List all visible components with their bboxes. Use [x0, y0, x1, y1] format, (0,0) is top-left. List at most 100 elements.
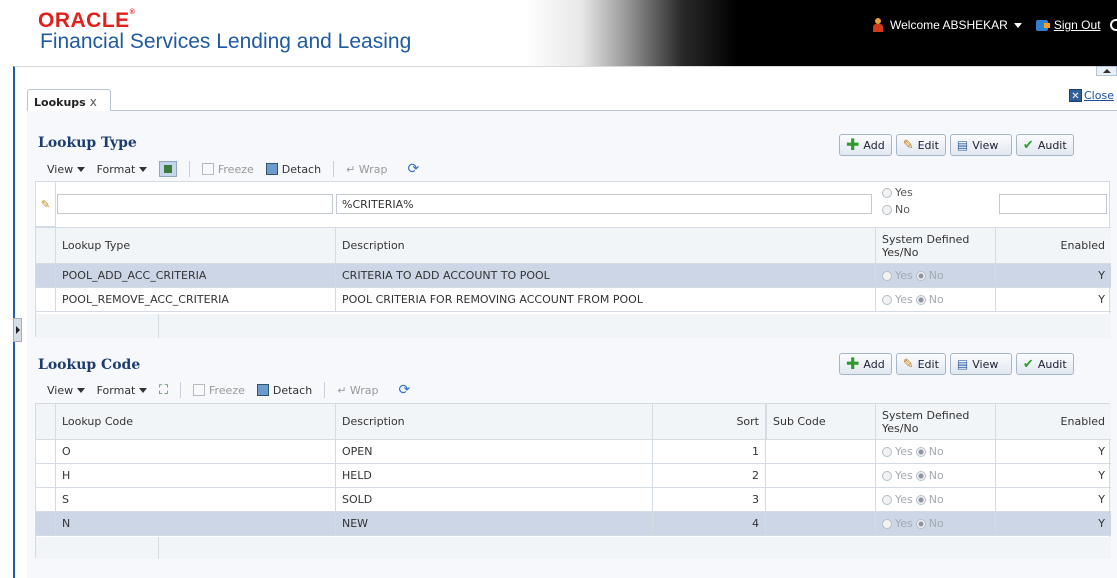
format-menu[interactable]: Format [97, 163, 147, 176]
radio-no [915, 518, 926, 529]
chevron-down-icon[interactable] [1013, 22, 1022, 28]
description-filter-input[interactable]: %CRITERIA% [336, 194, 872, 214]
edit-button[interactable]: ✎ Edit [895, 353, 946, 375]
tab-divider [27, 110, 1117, 111]
filter-icon[interactable]: ⛶ [159, 383, 168, 398]
edit-icon: ✎ [902, 356, 914, 372]
radio-yes [882, 294, 892, 305]
cell-description: NEW [336, 512, 653, 536]
detach-icon [256, 384, 269, 396]
refresh-icon[interactable]: ⟳ [399, 382, 411, 398]
system-defined-filter: Yes No [882, 186, 913, 216]
view-button[interactable]: ▤ View [949, 353, 1012, 375]
row-selector [36, 488, 56, 512]
audit-button[interactable]: ✔ Audit [1015, 134, 1074, 156]
cell-sub-code [766, 440, 876, 464]
view-button[interactable]: ▤ View [949, 134, 1012, 156]
view-menu[interactable]: View [47, 163, 85, 176]
filter-no-option[interactable]: No [882, 203, 913, 216]
cell-enabled: Y [996, 264, 1111, 288]
cell-sub-code [766, 512, 876, 536]
tab-label: Lookups [34, 96, 86, 109]
audit-button[interactable]: ✔ Audit [1015, 353, 1074, 375]
lookup-code-table: Lookup Code Description Sort Sub Code Sy… [35, 403, 1111, 559]
cell-system-defined: Yes No [876, 512, 996, 536]
cell-system-defined: Yes No [876, 488, 996, 512]
radio-no [915, 470, 926, 481]
freeze-button[interactable]: Freeze [201, 162, 254, 176]
tab-close-icon[interactable]: x [90, 95, 97, 109]
view-label: View [972, 138, 999, 152]
cell-enabled: Y [996, 488, 1111, 512]
refresh-icon[interactable]: ⟳ [407, 161, 419, 177]
view-menu[interactable]: View [47, 384, 85, 397]
view-menu-label: View [47, 383, 74, 397]
col-lookup-type[interactable]: Lookup Type [56, 228, 336, 264]
freeze-icon [201, 163, 214, 175]
col-enabled[interactable]: Enabled [996, 404, 1111, 440]
audit-label: Audit [1037, 138, 1067, 152]
radio-no [915, 494, 926, 505]
format-menu[interactable]: Format [97, 384, 147, 397]
audit-icon: ✔ [1022, 137, 1034, 153]
description-filter-value: %CRITERIA% [342, 198, 414, 211]
edit-button[interactable]: ✎ Edit [895, 134, 946, 156]
enabled-filter-input[interactable] [999, 194, 1107, 214]
freeze-icon [192, 384, 205, 396]
lookup-type-filter-input[interactable] [57, 194, 333, 214]
user-area: Welcome ABSHEKAR Sign Out [872, 16, 1117, 34]
col-description[interactable]: Description [336, 228, 876, 264]
close-label[interactable]: Close [1084, 89, 1114, 102]
edit-label: Edit [917, 138, 939, 152]
cell-enabled: Y [996, 440, 1111, 464]
col-sub-code[interactable]: Sub Code [766, 404, 876, 440]
filter-yes-option[interactable]: Yes [882, 186, 913, 199]
signout-icon [1035, 19, 1050, 31]
welcome-menu[interactable]: Welcome ABSHEKAR [890, 18, 1008, 32]
lookup-code-actions: ✚ Add ✎ Edit ▤ View ✔ Audit [839, 353, 1074, 375]
lookup-code-title: Lookup Code [38, 357, 141, 373]
freeze-label: Freeze [217, 162, 254, 176]
cell-lookup-code: S [56, 488, 336, 512]
tab-lookups[interactable]: Lookups x [27, 89, 111, 111]
edit-label: Edit [917, 357, 939, 371]
row-selector [36, 464, 56, 488]
col-system-defined[interactable]: System Defined Yes/No [876, 404, 996, 440]
sign-out-link[interactable]: Sign Out [1054, 18, 1101, 32]
radio-no[interactable] [882, 205, 892, 215]
cell-system-defined: Yes No [876, 288, 996, 312]
radio-yes[interactable] [882, 188, 892, 198]
detach-button[interactable]: Detach [265, 163, 321, 176]
wrap-label: Wrap [349, 383, 379, 397]
col-sort[interactable]: Sort [653, 404, 766, 440]
cell-sort: 2 [653, 464, 766, 488]
radio-no-label: No [928, 469, 944, 482]
radio-no-label: No [928, 493, 944, 506]
cell-sort: 1 [653, 440, 766, 464]
toolbar-divider [324, 382, 326, 398]
col-description[interactable]: Description [336, 404, 653, 440]
wrap-button[interactable]: ↵ Wrap [346, 163, 387, 176]
col-lookup-code[interactable]: Lookup Code [56, 404, 336, 440]
power-icon[interactable] [1109, 19, 1117, 31]
scroll-up-arrow-icon[interactable] [1096, 66, 1117, 76]
radio-no-label: No [928, 269, 944, 282]
wrap-label: Wrap [358, 162, 388, 176]
detach-button[interactable]: Detach [256, 384, 312, 397]
add-button[interactable]: ✚ Add [839, 134, 892, 156]
close-link[interactable]: ✕ Close [1069, 89, 1114, 102]
freeze-button[interactable]: Freeze [192, 384, 245, 397]
col-system-defined[interactable]: System Defined Yes/No [876, 228, 996, 264]
filter-icon[interactable] [158, 161, 177, 177]
cell-sub-code [766, 488, 876, 512]
detach-icon [265, 163, 278, 175]
close-window-icon: ✕ [1069, 89, 1082, 102]
table-footer [36, 537, 1111, 559]
cell-description: OPEN [336, 440, 653, 464]
table-footer [36, 314, 1111, 338]
wrap-button[interactable]: ↵ Wrap [337, 384, 378, 397]
add-button[interactable]: ✚ Add [839, 353, 892, 375]
cell-lookup-code: H [56, 464, 336, 488]
expand-panel-handle[interactable] [13, 318, 22, 342]
col-enabled[interactable]: Enabled [996, 228, 1111, 264]
